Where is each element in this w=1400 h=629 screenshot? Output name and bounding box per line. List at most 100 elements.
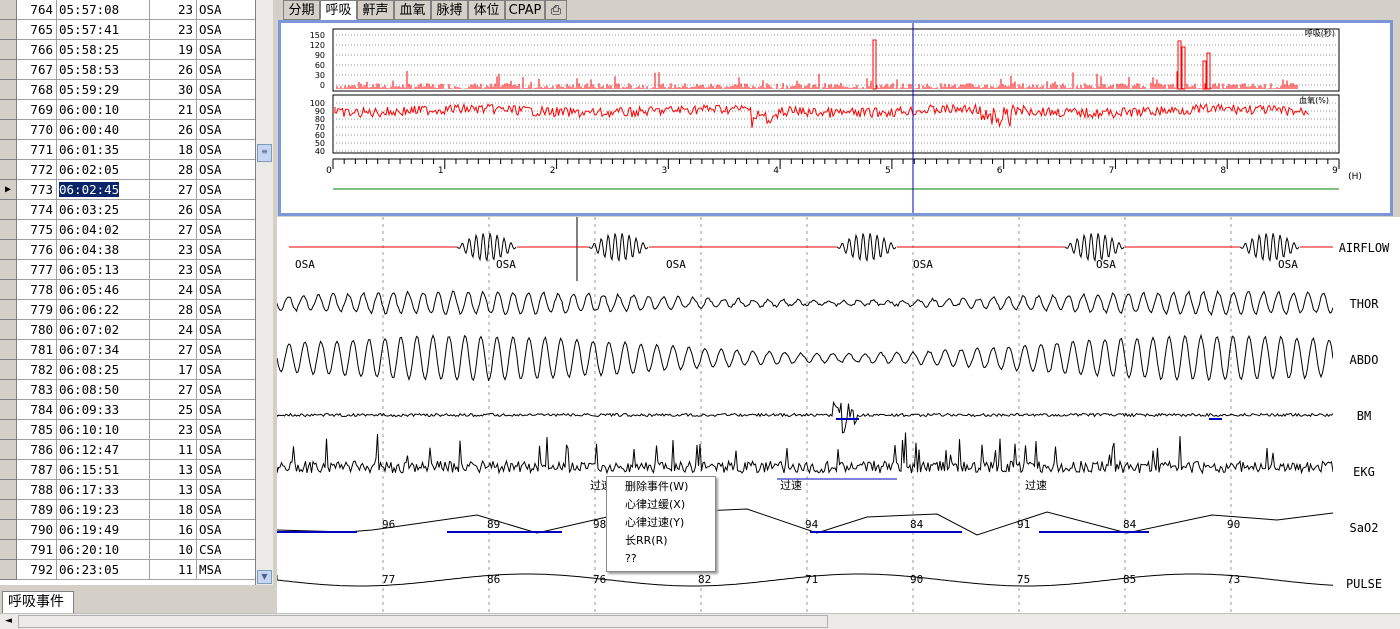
- table-row[interactable]: 779 06:06:22 28 OSA: [0, 300, 255, 320]
- table-row[interactable]: 777 06:05:13 23 OSA: [0, 260, 255, 280]
- table-row[interactable]: 766 05:58:25 19 OSA: [0, 40, 255, 60]
- tab-1[interactable]: 呼吸: [320, 0, 357, 20]
- cell-time[interactable]: 06:07:02: [57, 320, 150, 340]
- row-indicator[interactable]: [0, 220, 17, 240]
- row-indicator[interactable]: [0, 0, 17, 20]
- cell-time[interactable]: 06:08:25: [57, 360, 150, 380]
- row-indicator[interactable]: [0, 80, 17, 100]
- cell-time[interactable]: 06:12:47: [57, 440, 150, 460]
- table-row[interactable]: 789 06:19:23 18 OSA: [0, 500, 255, 520]
- table-row[interactable]: ▶ 773 06:02:45 27 OSA: [0, 180, 255, 200]
- signal-traces[interactable]: OSA OSA OSA OSA OSA OSA 过速 过速 过速 96 89 98 94 84 91 84 90…: [277, 217, 1333, 613]
- cell-time[interactable]: 06:04:38: [57, 240, 150, 260]
- table-row[interactable]: 764 05:57:08 23 OSA: [0, 0, 255, 20]
- row-indicator[interactable]: [0, 440, 17, 460]
- scroll-thumb-horizontal[interactable]: [18, 615, 828, 628]
- table-row[interactable]: 765 05:57:41 23 OSA: [0, 20, 255, 40]
- row-indicator[interactable]: [0, 100, 17, 120]
- cell-time[interactable]: 05:57:41: [57, 20, 150, 40]
- table-row[interactable]: 784 06:09:33 25 OSA: [0, 400, 255, 420]
- row-indicator[interactable]: [0, 420, 17, 440]
- cell-time[interactable]: 06:19:23: [57, 500, 150, 520]
- row-indicator[interactable]: [0, 400, 17, 420]
- menu-item-long-rr[interactable]: 长RR(R): [625, 532, 668, 550]
- row-indicator[interactable]: [0, 380, 17, 400]
- cell-time[interactable]: 06:10:10: [57, 420, 150, 440]
- cell-time[interactable]: 06:04:02: [57, 220, 150, 240]
- row-indicator[interactable]: [0, 500, 17, 520]
- row-indicator[interactable]: ▶: [0, 180, 17, 200]
- table-row[interactable]: 781 06:07:34 27 OSA: [0, 340, 255, 360]
- printer-icon[interactable]: ⎙: [545, 0, 567, 20]
- table-row[interactable]: 768 05:59:29 30 OSA: [0, 80, 255, 100]
- row-indicator[interactable]: [0, 20, 17, 40]
- cell-time[interactable]: 06:06:22: [57, 300, 150, 320]
- cell-time[interactable]: 06:02:45: [57, 180, 150, 200]
- menu-item-bradycardia[interactable]: 心律过缓(X): [625, 496, 685, 514]
- cell-time[interactable]: 06:07:34: [57, 340, 150, 360]
- cell-time[interactable]: 06:23:05: [57, 560, 150, 580]
- horizontal-scrollbar[interactable]: ◄: [0, 613, 1400, 629]
- cell-time[interactable]: 06:15:51: [57, 460, 150, 480]
- cell-time[interactable]: 06:00:40: [57, 120, 150, 140]
- row-indicator[interactable]: [0, 200, 17, 220]
- tab-4[interactable]: 脉搏: [431, 0, 468, 20]
- table-row[interactable]: 791 06:20:10 10 CSA: [0, 540, 255, 560]
- table-row[interactable]: 772 06:02:05 28 OSA: [0, 160, 255, 180]
- row-indicator[interactable]: [0, 460, 17, 480]
- table-row[interactable]: 780 06:07:02 24 OSA: [0, 320, 255, 340]
- table-row[interactable]: 771 06:01:35 18 OSA: [0, 140, 255, 160]
- row-indicator[interactable]: [0, 280, 17, 300]
- table-row[interactable]: 786 06:12:47 11 OSA: [0, 440, 255, 460]
- cell-time[interactable]: 06:17:33: [57, 480, 150, 500]
- row-indicator[interactable]: [0, 300, 17, 320]
- table-row[interactable]: 778 06:05:46 24 OSA: [0, 280, 255, 300]
- event-list-scrollbar[interactable]: ≡ ▼: [256, 0, 273, 585]
- cell-time[interactable]: 06:20:10: [57, 540, 150, 560]
- menu-item-tachycardia[interactable]: 心律过速(Y): [625, 514, 684, 532]
- row-indicator[interactable]: [0, 560, 17, 580]
- row-indicator[interactable]: [0, 140, 17, 160]
- cell-time[interactable]: 05:58:25: [57, 40, 150, 60]
- cell-time[interactable]: 06:03:25: [57, 200, 150, 220]
- menu-item-delete-event[interactable]: 删除事件(W): [625, 478, 688, 496]
- table-row[interactable]: 774 06:03:25 26 OSA: [0, 200, 255, 220]
- table-row[interactable]: 792 06:23:05 11 MSA: [0, 560, 255, 580]
- row-indicator[interactable]: [0, 540, 17, 560]
- table-row[interactable]: 790 06:19:49 16 OSA: [0, 520, 255, 540]
- row-indicator[interactable]: [0, 40, 17, 60]
- row-indicator[interactable]: [0, 320, 17, 340]
- cell-time[interactable]: 06:05:13: [57, 260, 150, 280]
- table-row[interactable]: 770 06:00:40 26 OSA: [0, 120, 255, 140]
- menu-item-unknown[interactable]: ??: [625, 550, 637, 568]
- cell-time[interactable]: 06:19:49: [57, 520, 150, 540]
- cell-time[interactable]: 06:02:05: [57, 160, 150, 180]
- row-indicator[interactable]: [0, 120, 17, 140]
- cell-time[interactable]: 06:00:10: [57, 100, 150, 120]
- cell-time[interactable]: 05:59:29: [57, 80, 150, 100]
- row-indicator[interactable]: [0, 360, 17, 380]
- tab-3[interactable]: 血氧: [394, 0, 431, 20]
- cell-time[interactable]: 05:57:08: [57, 0, 150, 20]
- table-row[interactable]: 775 06:04:02 27 OSA: [0, 220, 255, 240]
- tab-6[interactable]: CPAP: [505, 0, 545, 20]
- row-indicator[interactable]: [0, 520, 17, 540]
- tab-respiratory-events[interactable]: 呼吸事件: [2, 591, 74, 613]
- scroll-left-icon[interactable]: ◄: [0, 614, 17, 629]
- tab-2[interactable]: 鼾声: [357, 0, 394, 20]
- row-indicator[interactable]: [0, 240, 17, 260]
- table-row[interactable]: 788 06:17:33 13 OSA: [0, 480, 255, 500]
- table-row[interactable]: 767 05:58:53 26 OSA: [0, 60, 255, 80]
- tab-5[interactable]: 体位: [468, 0, 505, 20]
- row-indicator[interactable]: [0, 160, 17, 180]
- table-row[interactable]: 787 06:15:51 13 OSA: [0, 460, 255, 480]
- row-indicator[interactable]: [0, 260, 17, 280]
- overview-plot[interactable]: 150 120 90 60 30 0 呼吸(秒) 100 90 80 70 60 50 40 血氧(%) 0 1…: [278, 20, 1393, 216]
- scroll-down-icon[interactable]: ▼: [257, 570, 272, 584]
- event-table[interactable]: 764 05:57:08 23 OSA 765 05:57:41 23 OSA 766 05:58…: [0, 0, 256, 585]
- row-indicator[interactable]: [0, 60, 17, 80]
- scroll-thumb[interactable]: ≡: [257, 144, 272, 162]
- cell-time[interactable]: 06:05:46: [57, 280, 150, 300]
- table-row[interactable]: 782 06:08:25 17 OSA: [0, 360, 255, 380]
- cell-time[interactable]: 06:01:35: [57, 140, 150, 160]
